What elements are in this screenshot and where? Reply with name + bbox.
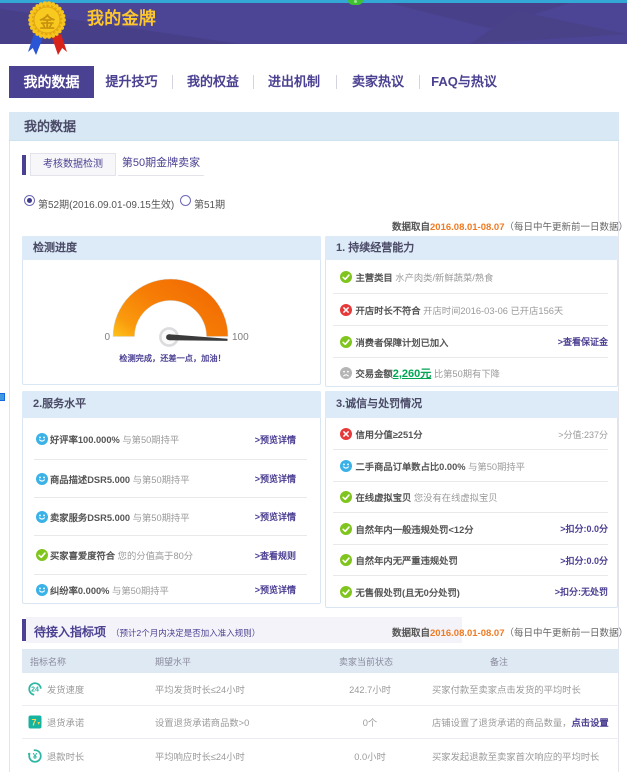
svg-text:7: 7 <box>32 718 37 728</box>
svg-text:¥: ¥ <box>33 751 38 760</box>
svg-text:24: 24 <box>31 687 39 694</box>
svg-text:金: 金 <box>38 13 55 32</box>
svg-text:0: 0 <box>104 332 110 343</box>
svg-text:100: 100 <box>232 332 249 343</box>
